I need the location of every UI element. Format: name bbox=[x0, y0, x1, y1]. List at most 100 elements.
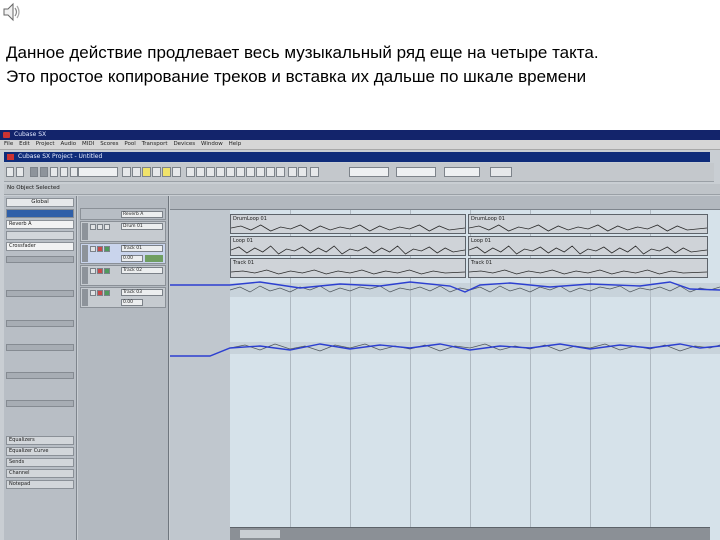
inspector-section-channel[interactable]: Channel bbox=[6, 469, 74, 478]
menu-item-devices[interactable]: Devices bbox=[173, 141, 195, 147]
line-tool[interactable] bbox=[266, 167, 275, 177]
inspector-section-equalizers[interactable]: Equalizers bbox=[6, 436, 74, 445]
waveform bbox=[469, 269, 707, 275]
part-label: Track 01 bbox=[233, 260, 255, 266]
audio-part[interactable]: Loop 01 bbox=[468, 236, 708, 256]
open-mixer-button[interactable] bbox=[70, 167, 78, 177]
nudge-right-button[interactable] bbox=[298, 167, 307, 177]
audio-part[interactable]: DrumLoop 01 bbox=[468, 214, 708, 234]
inspector-section-sends[interactable]: Sends bbox=[6, 458, 74, 467]
menu-item-audio[interactable]: Audio bbox=[60, 141, 76, 147]
scrollbar-thumb[interactable] bbox=[240, 530, 280, 538]
cycle-button[interactable] bbox=[142, 167, 151, 177]
glue-tool[interactable] bbox=[216, 167, 225, 177]
track-buttons[interactable] bbox=[90, 268, 120, 274]
constrain-delay-button[interactable] bbox=[16, 167, 24, 177]
track-buttons[interactable] bbox=[90, 224, 120, 230]
waveform bbox=[469, 224, 707, 232]
track-list: Reverb A Drum 01 Track 01 0.00 Track 02 … bbox=[78, 196, 169, 540]
nudge-left-button[interactable] bbox=[288, 167, 297, 177]
menu-bar: File Edit Project Audio MIDI Scores Pool… bbox=[0, 140, 720, 150]
inspector-section-eq-curve[interactable]: Equalizer Curve bbox=[6, 447, 74, 456]
menu-item-window[interactable]: Window bbox=[201, 141, 223, 147]
automation-lane-pan[interactable] bbox=[170, 310, 720, 360]
project-title: Cubase SX Project - Untitled bbox=[18, 153, 103, 160]
track-fader[interactable] bbox=[145, 255, 163, 262]
split-tool[interactable] bbox=[206, 167, 215, 177]
menu-item-transport[interactable]: Transport bbox=[142, 141, 168, 147]
waveform bbox=[231, 224, 465, 232]
project-window-title: Cubase SX Project - Untitled bbox=[4, 152, 710, 162]
audio-part[interactable]: Track 01 bbox=[230, 258, 466, 278]
inspector-divider bbox=[6, 372, 74, 379]
play-button[interactable] bbox=[162, 167, 171, 177]
track-volume[interactable]: 0.00 bbox=[121, 255, 143, 262]
snap-select[interactable] bbox=[349, 167, 389, 177]
zoom-tool[interactable] bbox=[236, 167, 245, 177]
horizontal-scrollbar[interactable] bbox=[230, 527, 710, 540]
object-selection-tool[interactable] bbox=[186, 167, 195, 177]
automation-mode-select[interactable] bbox=[78, 167, 118, 177]
stop-button[interactable] bbox=[152, 167, 161, 177]
draw-tool[interactable] bbox=[256, 167, 265, 177]
rewind-button[interactable] bbox=[122, 167, 131, 177]
track-name[interactable]: Track 01 bbox=[121, 245, 163, 252]
track-name[interactable]: Reverb A bbox=[121, 211, 163, 218]
menu-item-project[interactable]: Project bbox=[36, 141, 55, 147]
grid-select[interactable] bbox=[396, 167, 436, 177]
track-volume[interactable]: 0.00 bbox=[121, 299, 143, 306]
track-folder-header[interactable]: Reverb A bbox=[80, 208, 166, 220]
part-label: Loop 01 bbox=[233, 238, 253, 244]
audio-part[interactable]: Loop 01 bbox=[230, 236, 466, 256]
show-overview-button[interactable] bbox=[50, 167, 58, 177]
automation-lane-volume[interactable] bbox=[170, 280, 720, 300]
menu-item-edit[interactable]: Edit bbox=[19, 141, 30, 147]
track-name[interactable]: Drum 01 bbox=[121, 223, 163, 230]
inspector-section-notepad[interactable]: Notepad bbox=[6, 480, 74, 489]
menu-item-pool[interactable]: Pool bbox=[124, 141, 135, 147]
color-tool[interactable] bbox=[310, 167, 319, 177]
inspector-row-insert[interactable] bbox=[6, 231, 74, 240]
waveform bbox=[231, 269, 465, 275]
waveform bbox=[469, 245, 707, 255]
inspector-header[interactable]: Global bbox=[6, 198, 74, 207]
inspector-row-crossfader[interactable]: Crossfader bbox=[6, 242, 74, 251]
track-name[interactable]: Track 03 bbox=[121, 289, 163, 296]
track-number bbox=[82, 289, 88, 306]
app-logo-icon bbox=[3, 132, 10, 138]
show-inspector-button[interactable] bbox=[30, 167, 38, 177]
track-row[interactable]: Track 03 0.00 bbox=[80, 287, 166, 308]
range-selection-tool[interactable] bbox=[196, 167, 205, 177]
inspector-row-reverb[interactable]: Reverb A bbox=[6, 220, 74, 229]
menu-item-help[interactable]: Help bbox=[229, 141, 242, 147]
audio-part[interactable]: DrumLoop 01 bbox=[230, 214, 466, 234]
inspector-track-name[interactable] bbox=[6, 209, 74, 218]
inspector-divider bbox=[6, 290, 74, 297]
menu-item-scores[interactable]: Scores bbox=[100, 141, 118, 147]
active-project-button[interactable] bbox=[6, 167, 14, 177]
mute-tool[interactable] bbox=[246, 167, 255, 177]
part-label: DrumLoop 01 bbox=[233, 216, 267, 222]
menu-item-file[interactable]: File bbox=[4, 141, 13, 147]
color-select[interactable] bbox=[490, 167, 512, 177]
track-number bbox=[82, 267, 88, 284]
show-info-button[interactable] bbox=[40, 167, 48, 177]
forward-button[interactable] bbox=[132, 167, 141, 177]
menu-item-midi[interactable]: MIDI bbox=[82, 141, 94, 147]
track-buttons[interactable] bbox=[90, 246, 120, 252]
arrange-area[interactable]: DrumLoop 01 DrumLoop 01 Loop 01 Loop 01 … bbox=[170, 210, 720, 540]
track-name[interactable]: Track 02 bbox=[121, 267, 163, 274]
erase-tool[interactable] bbox=[226, 167, 235, 177]
quantize-select[interactable] bbox=[444, 167, 480, 177]
track-row[interactable]: Drum 01 bbox=[80, 221, 166, 242]
play-tool[interactable] bbox=[276, 167, 285, 177]
track-row[interactable]: Track 01 0.00 bbox=[80, 243, 166, 264]
speaker-icon[interactable] bbox=[2, 2, 22, 22]
track-number bbox=[82, 223, 88, 240]
track-row[interactable]: Track 02 bbox=[80, 265, 166, 286]
open-pool-button[interactable] bbox=[60, 167, 68, 177]
timeline-ruler[interactable] bbox=[170, 196, 720, 210]
record-button[interactable] bbox=[172, 167, 181, 177]
audio-part[interactable]: Track 01 bbox=[468, 258, 708, 278]
track-buttons[interactable] bbox=[90, 290, 120, 296]
